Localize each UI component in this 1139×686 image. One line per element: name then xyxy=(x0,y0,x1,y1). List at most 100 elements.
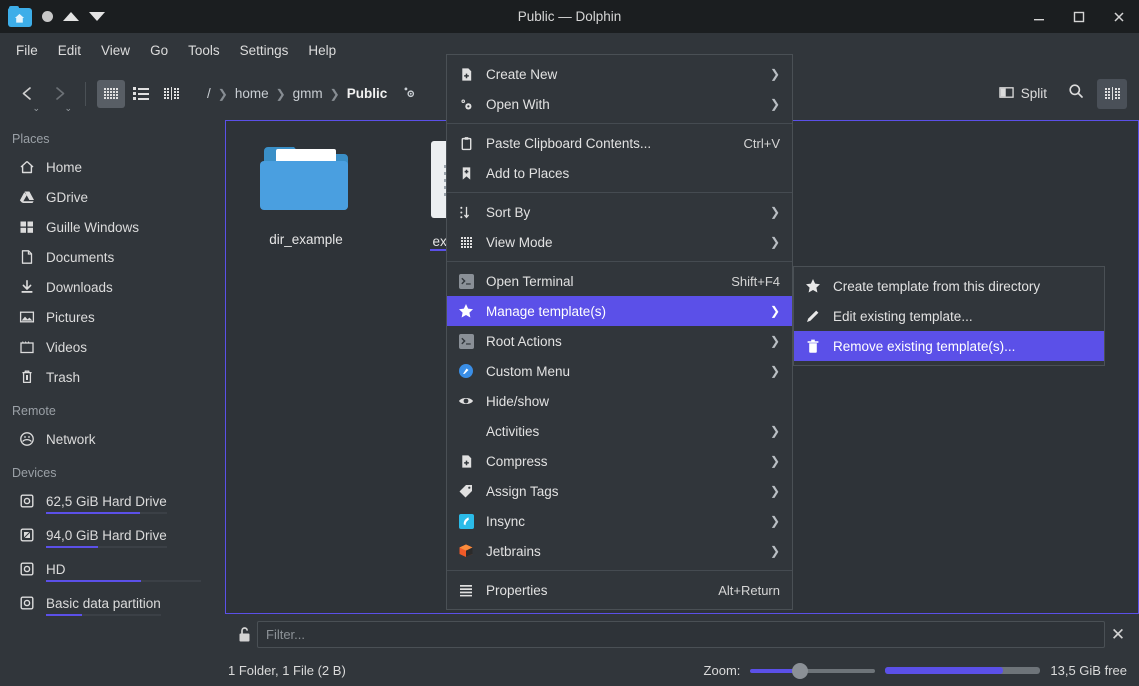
submenu-item-create-template[interactable]: Create template from this directory xyxy=(794,271,1104,301)
sidebar-item-trash[interactable]: Trash xyxy=(0,362,225,392)
back-dropdown-caret[interactable]: ⌄ xyxy=(32,103,40,113)
menu-separator xyxy=(447,192,792,193)
toolbar-divider xyxy=(85,81,86,106)
split-label: Split xyxy=(1020,86,1047,101)
folder-home-icon xyxy=(8,5,32,28)
control-menu-button[interactable] xyxy=(1097,78,1127,109)
device-name: HD xyxy=(46,561,66,577)
menu-item-insync[interactable]: Insync ❯ xyxy=(447,506,792,536)
menu-item-label: Remove existing template(s)... xyxy=(833,338,1016,354)
pencil-icon xyxy=(804,307,822,325)
breadcrumb-gmm[interactable]: gmm xyxy=(293,86,323,101)
sidebar-item-network[interactable]: Network xyxy=(0,424,225,454)
split-button[interactable]: Split xyxy=(991,80,1055,108)
close-icon[interactable]: ✕ xyxy=(1105,626,1131,643)
back-button[interactable]: ⌄ xyxy=(12,79,42,112)
sidebar-item-videos[interactable]: Videos xyxy=(0,332,225,362)
menu-item-hide-show[interactable]: Hide/show xyxy=(447,386,792,416)
triangle-down-icon[interactable] xyxy=(89,12,105,21)
jetbrains-icon xyxy=(457,542,475,560)
sidebar-item-pictures[interactable]: Pictures xyxy=(0,302,225,332)
sidebar-item-guille-windows[interactable]: Guille Windows xyxy=(0,212,225,242)
menu-item-label: Activities xyxy=(486,423,540,439)
close-button[interactable] xyxy=(1099,0,1139,33)
menu-item-label: Create template from this directory xyxy=(833,278,1041,294)
gear-icon[interactable] xyxy=(402,85,416,102)
menu-item-jetbrains[interactable]: Jetbrains ❯ xyxy=(447,536,792,566)
sidebar-item-device-0[interactable]: 62,5 GiB Hard Drive xyxy=(0,486,225,516)
download-icon xyxy=(18,279,35,296)
compact-view-button[interactable] xyxy=(157,80,185,108)
record-dot-icon[interactable] xyxy=(42,11,53,22)
zoom-slider[interactable] xyxy=(750,662,876,680)
menu-item-assign-tags[interactable]: Assign Tags ❯ xyxy=(447,476,792,506)
free-space-fill xyxy=(885,667,1004,674)
sort-icon xyxy=(457,203,475,221)
menu-item-label: View Mode xyxy=(486,234,553,250)
menu-item-open-terminal[interactable]: Open Terminal Shift+F4 xyxy=(447,266,792,296)
menu-edit[interactable]: Edit xyxy=(48,39,91,62)
menu-item-label: Jetbrains xyxy=(486,543,541,559)
chevron-right-icon: ❯ xyxy=(769,544,780,558)
details-view-button[interactable] xyxy=(127,80,155,108)
minimize-button[interactable] xyxy=(1019,0,1059,33)
submenu-item-remove-template[interactable]: Remove existing template(s)... xyxy=(794,331,1104,361)
file-label: dir_example xyxy=(269,232,343,247)
sidebar-item-label: Pictures xyxy=(46,309,95,325)
menu-item-view-mode[interactable]: View Mode ❯ xyxy=(447,227,792,257)
status-bar: 1 Folder, 1 File (2 B) Zoom: 13,5 GiB fr… xyxy=(0,655,1139,686)
forward-button[interactable]: ⌄ xyxy=(44,79,74,112)
menu-item-properties[interactable]: Properties Alt+Return xyxy=(447,575,792,605)
menu-tools[interactable]: Tools xyxy=(178,39,230,62)
free-space-bar[interactable] xyxy=(885,667,1041,674)
submenu-manage-templates: Create template from this directory Edit… xyxy=(793,266,1105,366)
menu-settings[interactable]: Settings xyxy=(230,39,299,62)
triangle-up-icon[interactable] xyxy=(63,12,79,21)
breadcrumb-public[interactable]: Public xyxy=(347,86,388,101)
unlocked-padlock-icon[interactable] xyxy=(231,626,257,643)
sidebar-item-device-1[interactable]: 94,0 GiB Hard Drive xyxy=(0,520,225,550)
menu-item-label: Create New xyxy=(486,66,558,82)
menu-item-compress[interactable]: Compress ❯ xyxy=(447,446,792,476)
menu-item-label: Custom Menu xyxy=(486,363,571,379)
menu-help[interactable]: Help xyxy=(298,39,346,62)
submenu-item-edit-template[interactable]: Edit existing template... xyxy=(794,301,1104,331)
sidebar-item-gdrive[interactable]: GDrive xyxy=(0,182,225,212)
chevron-right-icon: ❯ xyxy=(769,334,780,348)
menu-item-create-new[interactable]: Create New ❯ xyxy=(447,59,792,89)
menu-file[interactable]: File xyxy=(6,39,48,62)
menu-item-root-actions[interactable]: Root Actions ❯ xyxy=(447,326,792,356)
breadcrumb-home[interactable]: home xyxy=(235,86,269,101)
sidebar-item-documents[interactable]: Documents xyxy=(0,242,225,272)
hamburger-dots-icon xyxy=(1104,87,1120,100)
menu-go[interactable]: Go xyxy=(140,39,178,62)
menu-separator xyxy=(447,123,792,124)
menu-item-open-with[interactable]: Open With ❯ xyxy=(447,89,792,119)
sidebar-item-label: Home xyxy=(46,159,83,175)
filter-input[interactable] xyxy=(257,621,1105,648)
compact-view-icon xyxy=(163,87,179,100)
maximize-button[interactable] xyxy=(1059,0,1099,33)
menu-view[interactable]: View xyxy=(91,39,140,62)
filter-bar: ✕ xyxy=(225,614,1139,655)
file-item-dir-example[interactable]: dir_example xyxy=(229,139,383,249)
sidebar-item-device-2[interactable]: HD xyxy=(0,554,225,584)
breadcrumb-root[interactable]: / xyxy=(207,86,211,101)
menu-item-activities[interactable]: Activities ❯ xyxy=(447,416,792,446)
sidebar-item-device-3[interactable]: Basic data partition xyxy=(0,588,225,618)
sidebar-item-home[interactable]: Home xyxy=(0,152,225,182)
windows-icon xyxy=(18,219,35,236)
menu-item-manage-templates[interactable]: Manage template(s) ❯ xyxy=(447,296,792,326)
sidebar-item-downloads[interactable]: Downloads xyxy=(0,272,225,302)
icons-view-button[interactable] xyxy=(97,79,125,108)
menu-item-sort-by[interactable]: Sort By ❯ xyxy=(447,197,792,227)
view-mode-icon xyxy=(457,233,475,251)
star-icon xyxy=(457,302,475,320)
menu-item-paste-clipboard[interactable]: Paste Clipboard Contents... Ctrl+V xyxy=(447,128,792,158)
search-button[interactable] xyxy=(1061,79,1091,109)
zoom-slider-handle[interactable] xyxy=(792,662,809,679)
terminal-icon xyxy=(457,272,475,290)
forward-dropdown-caret[interactable]: ⌄ xyxy=(64,103,72,113)
menu-item-custom-menu[interactable]: Custom Menu ❯ xyxy=(447,356,792,386)
menu-item-add-to-places[interactable]: Add to Places xyxy=(447,158,792,188)
